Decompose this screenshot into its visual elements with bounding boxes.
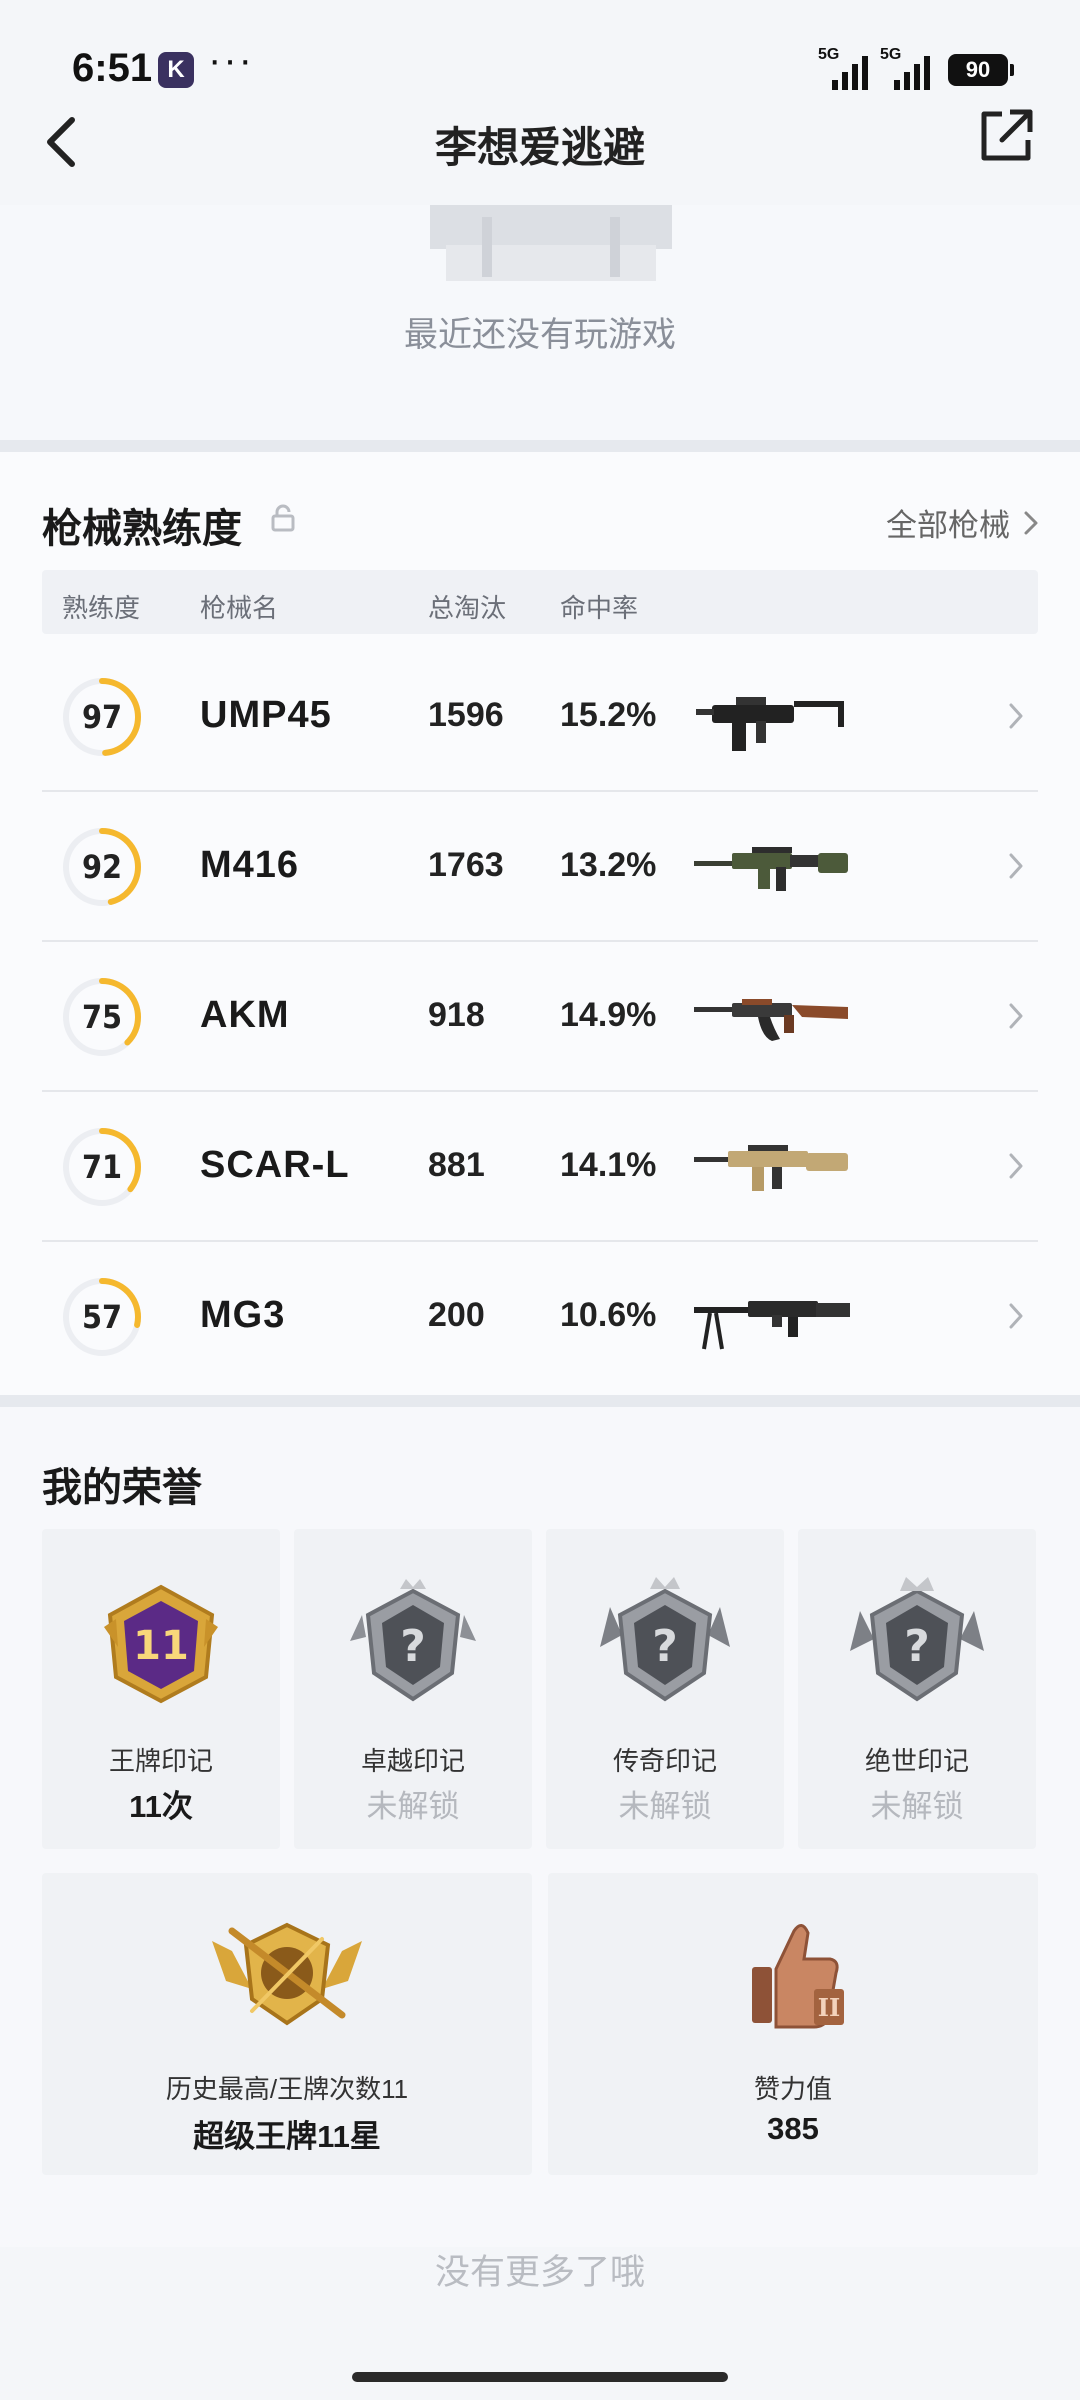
honor-card-likes[interactable]: II 赞力值 385 bbox=[548, 1873, 1038, 2175]
page-title: 李想爱逃避 bbox=[434, 124, 645, 171]
col-name: 枪械名 bbox=[200, 593, 279, 623]
top-nav-bar: 李想爱逃避 bbox=[0, 100, 1080, 220]
share-external-icon[interactable] bbox=[976, 106, 1036, 166]
honor-label: 卓越印记 bbox=[360, 1746, 465, 1776]
ace-badge-icon: 11 bbox=[104, 1584, 218, 1704]
signal-bars-icon bbox=[832, 56, 868, 90]
gun-name: MG3 bbox=[200, 1294, 286, 1336]
gun-accuracy: 13.2% bbox=[560, 846, 657, 884]
honor-card-ace[interactable]: 11 王牌印记 11次 bbox=[42, 1529, 280, 1849]
chevron-right-icon bbox=[1009, 1153, 1023, 1179]
gun-mastery-section: 枪械熟练度 全部枪械 熟练度 枪械名 总淘汰 命中率 97 UMP45 1596 15… bbox=[0, 452, 1080, 1395]
honor-label: 绝世印记 bbox=[864, 1746, 969, 1776]
honor-card-excellence[interactable]: ? 卓越印记 未解锁 bbox=[294, 1529, 532, 1849]
locked-badge-icon: ? bbox=[850, 1577, 984, 1702]
gun-accuracy: 14.1% bbox=[560, 1146, 657, 1184]
col-mastery: 熟练度 bbox=[62, 593, 141, 623]
empty-games-text: 最近还没有玩游戏 bbox=[404, 316, 676, 354]
signal-bars-icon-2 bbox=[894, 56, 930, 90]
gun-row-mg3[interactable]: 57 MG3 200 10.6% bbox=[42, 1242, 1038, 1392]
gun-accuracy: 10.6% bbox=[560, 1296, 657, 1334]
honor-card-peerless[interactable]: ? 绝世印记 未解锁 bbox=[798, 1529, 1036, 1849]
honor-value-locked: 未解锁 bbox=[618, 1789, 712, 1824]
locked-badge-icon: ? bbox=[350, 1579, 476, 1702]
empty-box-illustration-icon bbox=[430, 205, 672, 281]
svg-text:?: ? bbox=[400, 1621, 426, 1672]
chevron-right-icon bbox=[1009, 703, 1023, 729]
rank-crest-icon bbox=[212, 1922, 362, 2026]
honor-label: 赞力值 bbox=[753, 2074, 832, 2104]
svg-text:II: II bbox=[818, 1993, 840, 2022]
gun-accuracy: 15.2% bbox=[560, 696, 657, 734]
honor-value: 超级王牌11星 bbox=[193, 2119, 381, 2154]
honor-card-legend[interactable]: ? 传奇印记 未解锁 bbox=[546, 1529, 784, 1849]
m416-gun-icon bbox=[694, 847, 848, 891]
honors-title: 我的荣誉 bbox=[42, 1466, 202, 1510]
mastery-value: 71 bbox=[81, 1148, 123, 1186]
gun-accuracy: 14.9% bbox=[560, 996, 657, 1034]
gun-mastery-title: 枪械熟练度 bbox=[42, 507, 242, 551]
chevron-right-icon bbox=[1009, 1303, 1023, 1329]
gun-row-ump45[interactable]: 97 UMP45 1596 15.2% bbox=[42, 642, 1038, 792]
ace-badge-number: 11 bbox=[133, 1623, 189, 1669]
chevron-right-icon bbox=[1024, 511, 1038, 534]
honors-section: 我的荣誉 11 王牌印记 11次 ? 卓越印记 未解锁 ? 传奇印记 未解锁 ?… bbox=[0, 1407, 1080, 2247]
all-guns-link[interactable]: 全部枪械 bbox=[886, 500, 1040, 545]
col-kills: 总淘汰 bbox=[428, 593, 507, 623]
scar-l-gun-icon bbox=[694, 1145, 848, 1191]
ump45-gun-icon bbox=[696, 697, 844, 751]
honor-label: 王牌印记 bbox=[108, 1746, 213, 1776]
mastery-value: 97 bbox=[81, 698, 123, 736]
chevron-right-icon bbox=[1009, 853, 1023, 879]
gun-row-m416[interactable]: 92 M416 1763 13.2% bbox=[42, 792, 1038, 942]
gun-name: AKM bbox=[200, 994, 290, 1036]
gun-table-header: 熟练度 枪械名 总淘汰 命中率 bbox=[42, 570, 1038, 634]
honor-card-highest-rank[interactable]: 历史最高/王牌次数11 超级王牌11星 bbox=[42, 1873, 532, 2175]
recent-games-card: 最近还没有玩游戏 bbox=[0, 205, 1080, 440]
gun-kills: 1763 bbox=[428, 846, 504, 884]
lock-icon bbox=[271, 504, 295, 532]
honor-label: 历史最高/王牌次数11 bbox=[165, 2074, 409, 2104]
status-bar: 6:51 K ··· 5G 5G 90 bbox=[0, 0, 1080, 110]
home-indicator[interactable] bbox=[352, 2372, 728, 2382]
thumbs-up-icon: II bbox=[752, 1924, 844, 2029]
gun-row-scar-l[interactable]: 71 SCAR-L 881 14.1% bbox=[42, 1092, 1038, 1242]
svg-text:?: ? bbox=[904, 1621, 930, 1672]
honor-value-locked: 未解锁 bbox=[870, 1789, 964, 1824]
honor-value: 385 bbox=[767, 2111, 819, 2146]
no-more-text: 没有更多了哦 bbox=[434, 2253, 645, 2292]
gun-name: SCAR-L bbox=[200, 1144, 350, 1186]
gun-row-akm[interactable]: 75 AKM 918 14.9% bbox=[42, 942, 1038, 1092]
mastery-value: 92 bbox=[81, 848, 123, 886]
col-accuracy: 命中率 bbox=[560, 593, 639, 623]
mg3-gun-icon bbox=[694, 1301, 850, 1350]
section-divider bbox=[0, 440, 1080, 452]
locked-badge-icon: ? bbox=[600, 1577, 730, 1702]
battery-icon: 90 bbox=[948, 54, 1014, 86]
section-divider-2 bbox=[0, 1395, 1080, 1407]
gun-kills: 918 bbox=[428, 996, 485, 1034]
honor-value-locked: 未解锁 bbox=[366, 1789, 460, 1824]
honor-label: 传奇印记 bbox=[612, 1746, 717, 1776]
more-notifications-icon: ··· bbox=[208, 38, 254, 82]
honor-value: 11次 bbox=[129, 1789, 193, 1824]
gun-kills: 200 bbox=[428, 1296, 485, 1334]
all-guns-label: 全部枪械 bbox=[886, 508, 1010, 543]
gun-kills: 1596 bbox=[428, 696, 504, 734]
mastery-value: 75 bbox=[81, 998, 123, 1036]
gun-name: UMP45 bbox=[200, 694, 332, 736]
akm-gun-icon bbox=[694, 999, 848, 1041]
app-notification-icon: K bbox=[158, 52, 194, 88]
chevron-right-icon bbox=[1009, 1003, 1023, 1029]
gun-name: M416 bbox=[200, 844, 300, 886]
gun-kills: 881 bbox=[428, 1146, 485, 1184]
svg-text:?: ? bbox=[652, 1621, 678, 1672]
mastery-value: 57 bbox=[81, 1298, 123, 1336]
status-time: 6:51 bbox=[72, 46, 153, 90]
